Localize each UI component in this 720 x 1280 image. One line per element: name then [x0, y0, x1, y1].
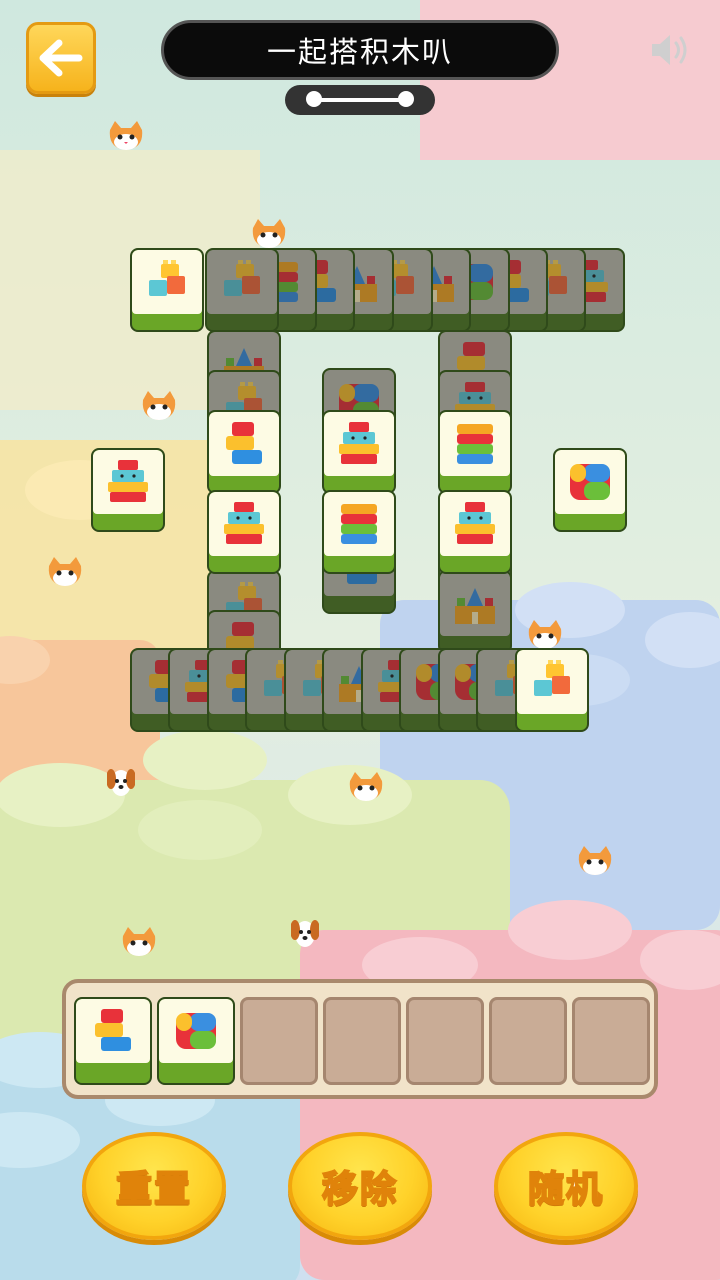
- face-blocks-icon: [447, 496, 503, 552]
- shuffle-button[interactable]: 随机: [494, 1132, 638, 1240]
- block-tile: [438, 570, 512, 654]
- empty-tray-slot: [489, 997, 567, 1085]
- blocks-stack-icon: [447, 416, 503, 472]
- tile-face: [209, 492, 279, 556]
- tile-face: [440, 572, 510, 636]
- cat-face-icon: [106, 120, 146, 156]
- cat-face-icon: [575, 845, 615, 881]
- block-tile[interactable]: [130, 248, 204, 332]
- tile-face: [132, 250, 202, 314]
- tile-face: [159, 999, 233, 1063]
- face-blocks-icon: [216, 496, 272, 552]
- tile-face: [324, 492, 394, 556]
- reset-button[interactable]: 重置: [82, 1132, 226, 1240]
- tile-face: [76, 999, 150, 1063]
- tile-face: [440, 492, 510, 556]
- block-tile: [205, 248, 279, 332]
- progress-indicator: [285, 85, 435, 115]
- progress-start-dot: [306, 91, 322, 107]
- stair-blocks-icon: [214, 254, 270, 310]
- reset-label: 重置: [115, 1168, 192, 1211]
- sound-button[interactable]: [648, 30, 692, 70]
- tile-face: [555, 450, 625, 514]
- block-tile[interactable]: [322, 490, 396, 574]
- cat-face-icon: [346, 771, 386, 807]
- speaker-icon: [652, 35, 687, 65]
- tray-tile: [157, 997, 235, 1085]
- cube-stack-icon: [85, 1003, 141, 1059]
- empty-tray-slot: [572, 997, 650, 1085]
- level-title-text: 一起搭积木叭: [266, 35, 453, 69]
- block-tile[interactable]: [207, 410, 281, 494]
- progress-track: [306, 91, 414, 107]
- block-tile[interactable]: [438, 490, 512, 574]
- block-tile[interactable]: [91, 448, 165, 532]
- tile-face: [209, 412, 279, 476]
- block-tile[interactable]: [207, 490, 281, 574]
- empty-tray-slot: [323, 997, 401, 1085]
- back-arrow-icon: [39, 39, 83, 77]
- tile-face: [440, 412, 510, 476]
- toy-castle-icon: [447, 576, 503, 632]
- empty-tray-slot: [240, 997, 318, 1085]
- tile-face: [324, 412, 394, 476]
- progress-end-dot: [398, 91, 414, 107]
- remove-label: 移除: [321, 1168, 398, 1211]
- block-tile[interactable]: [553, 448, 627, 532]
- tile-face: [207, 250, 277, 314]
- wavy-blocks-icon: [562, 454, 618, 510]
- block-tile[interactable]: [322, 410, 396, 494]
- cube-stack-icon: [216, 416, 272, 472]
- wavy-blocks-icon: [168, 1003, 224, 1059]
- block-tile[interactable]: [515, 648, 589, 732]
- tile-face: [93, 450, 163, 514]
- cat-face-icon: [139, 390, 179, 426]
- dog-face-icon: [290, 916, 320, 954]
- cat-face-icon: [119, 926, 159, 962]
- cat-face-icon: [45, 556, 85, 592]
- back-button[interactable]: [26, 22, 96, 94]
- stair-blocks-icon: [139, 254, 195, 310]
- remove-button[interactable]: 移除: [288, 1132, 432, 1240]
- stair-blocks-icon: [524, 654, 580, 710]
- face-blocks-icon: [331, 416, 387, 472]
- tray-tile: [74, 997, 152, 1085]
- shuffle-label: 随机: [527, 1168, 604, 1211]
- tile-tray: [62, 979, 658, 1099]
- dog-face-icon: [106, 765, 136, 803]
- block-tile[interactable]: [438, 410, 512, 494]
- face-blocks-icon: [100, 454, 156, 510]
- tile-face: [517, 650, 587, 714]
- level-title: 一起搭积木叭: [161, 20, 559, 80]
- empty-tray-slot: [406, 997, 484, 1085]
- blocks-stack-icon: [331, 496, 387, 552]
